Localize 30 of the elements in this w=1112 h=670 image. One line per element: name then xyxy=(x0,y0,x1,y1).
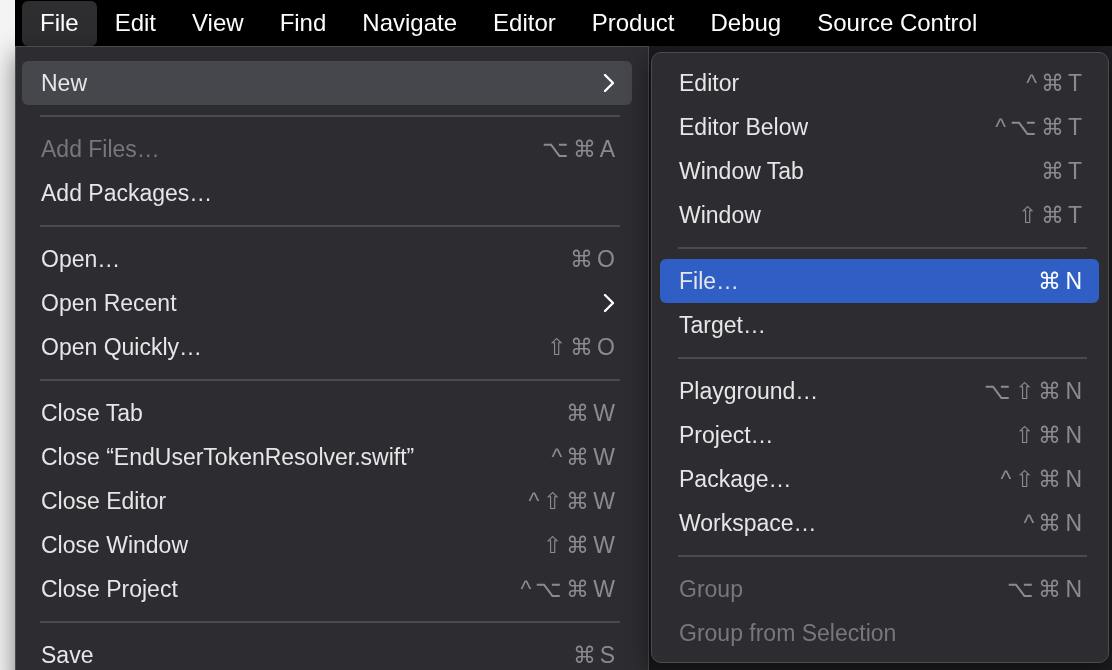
menu-bar-item[interactable]: Editor xyxy=(475,0,574,46)
menu-item[interactable]: Save ⌘S xyxy=(22,633,632,670)
menu-item[interactable]: Open… ⌘O xyxy=(22,237,632,281)
menu-item[interactable]: Open Recent xyxy=(22,281,632,325)
menu-bar-item[interactable]: View xyxy=(174,0,262,46)
menu-bar-item[interactable]: Debug xyxy=(692,0,800,46)
menu-bar-item[interactable]: Edit xyxy=(96,0,175,46)
menu-item[interactable]: Target… xyxy=(660,303,1099,347)
menu-item[interactable]: Close Editor ^⇧⌘W xyxy=(22,479,632,523)
menu-bar-item[interactable]: Source Control xyxy=(799,0,996,46)
menu-item[interactable]: Project… ⇧⌘N xyxy=(660,413,1099,457)
menu-item[interactable]: Editor ^⌘T xyxy=(660,61,1099,105)
menu-item[interactable]: Close Window ⇧⌘W xyxy=(22,523,632,567)
menu-item[interactable]: New xyxy=(22,61,632,105)
menu-item[interactable]: Open Quickly… ⇧⌘O xyxy=(22,325,632,369)
menu-item[interactable]: File… ⌘N xyxy=(660,259,1099,303)
menu-item[interactable]: Close Tab ⌘W xyxy=(22,391,632,435)
menu-item[interactable]: Playground… ⌥⇧⌘N xyxy=(660,369,1099,413)
menu-item[interactable]: Close “EndUserTokenResolver.swift” ^⌘W xyxy=(22,435,632,479)
menu-item[interactable]: Workspace… ^⌘N xyxy=(660,501,1099,545)
menu-item[interactable]: Window ⇧⌘T xyxy=(660,193,1099,237)
menu-item[interactable]: Window Tab ⌘T xyxy=(660,149,1099,193)
menu-bar-item[interactable]: Navigate xyxy=(344,0,476,46)
menu-bar-item[interactable]: Product xyxy=(573,0,693,46)
menu-bar-item[interactable]: Find xyxy=(261,0,345,46)
menu-item[interactable]: Close Project ^⌥⌘W xyxy=(22,567,632,611)
menu-item[interactable]: Add Packages… xyxy=(22,171,632,215)
menu-bar-item[interactable]: File xyxy=(22,0,97,46)
menu-item[interactable]: Editor Below ^⌥⌘T xyxy=(660,105,1099,149)
menu-item[interactable]: Package… ^⇧⌘N xyxy=(660,457,1099,501)
